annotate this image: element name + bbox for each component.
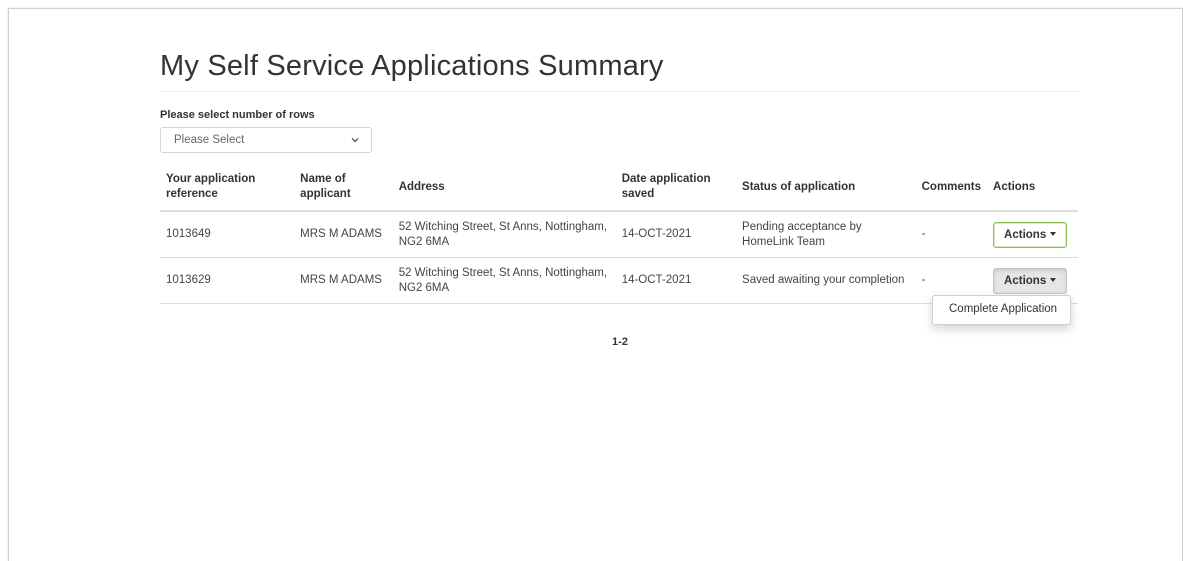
cell-actions: Actions [987, 211, 1078, 258]
rows-select[interactable]: Please Select [160, 127, 372, 153]
caret-down-icon [1050, 278, 1057, 283]
header-status: Status of application [736, 164, 916, 212]
menu-item-complete-application[interactable]: Complete Application [933, 296, 1070, 315]
actions-button-label: Actions [1004, 274, 1047, 287]
cell-status: Pending acceptance by HomeLink Team [736, 211, 916, 258]
header-comments: Comments [915, 164, 988, 212]
cell-comments: - [915, 211, 988, 258]
cell-date: 14-OCT-2021 [615, 257, 737, 304]
pagination-range: 1-2 [612, 336, 628, 348]
cell-status: Saved awaiting your completion [736, 257, 916, 304]
rows-select-label: Please select number of rows [160, 109, 315, 121]
page-title: My Self Service Applications Summary [160, 50, 664, 82]
chevron-down-icon [351, 138, 359, 143]
actions-button[interactable]: Actions [993, 221, 1068, 248]
actions-button[interactable]: Actions [993, 267, 1068, 294]
header-actions: Actions [987, 164, 1078, 212]
header-name: Name of applicant [294, 164, 393, 212]
cell-reference: 1013649 [160, 211, 295, 258]
cell-name: MRS M ADAMS [294, 257, 393, 304]
header-address: Address [392, 164, 616, 212]
caret-down-icon [1050, 232, 1057, 237]
table-header-row: Your application reference Name of appli… [160, 164, 1078, 212]
applications-table: Your application reference Name of appli… [160, 164, 1078, 304]
actions-dropdown-menu: Complete Application [932, 295, 1071, 325]
table-row: 1013649 MRS M ADAMS 52 Witching Street, … [160, 211, 1078, 258]
actions-button-label: Actions [1004, 228, 1047, 241]
title-divider [160, 91, 1078, 92]
header-reference: Your application reference [160, 164, 295, 212]
cell-name: MRS M ADAMS [294, 211, 393, 258]
cell-reference: 1013629 [160, 257, 295, 304]
header-date: Date application saved [615, 164, 737, 212]
cell-address: 52 Witching Street, St Anns, Nottingham,… [392, 211, 616, 258]
rows-select-value: Please Select [174, 134, 245, 146]
cell-address: 52 Witching Street, St Anns, Nottingham,… [392, 257, 616, 304]
cell-date: 14-OCT-2021 [615, 211, 737, 258]
